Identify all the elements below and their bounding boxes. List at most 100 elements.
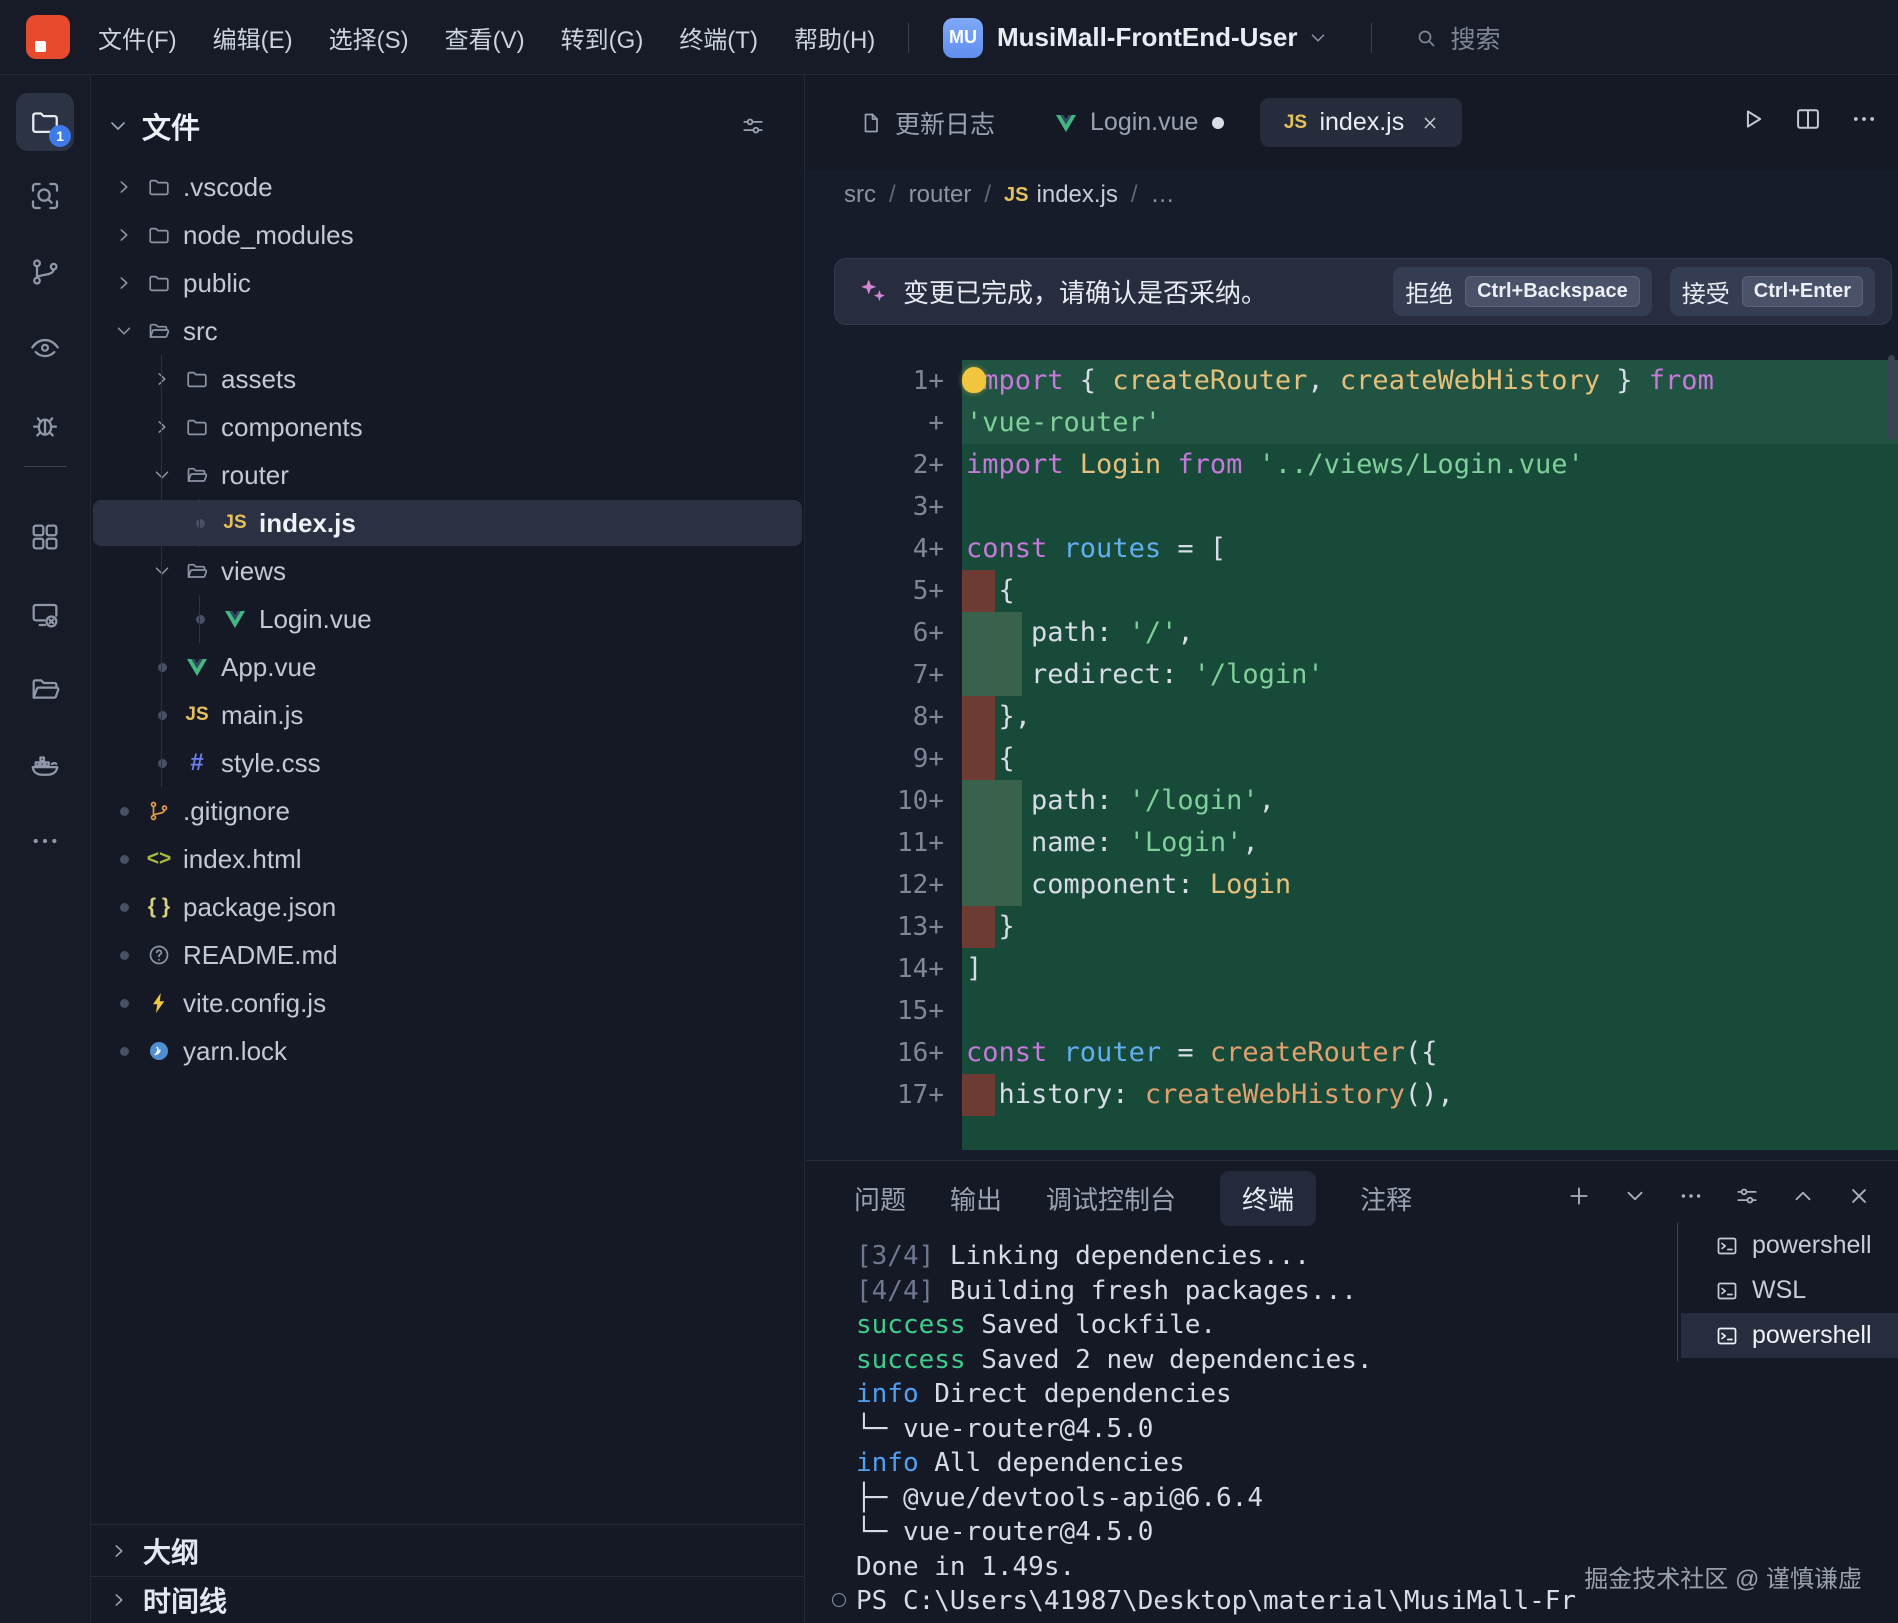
- filter-icon[interactable]: [740, 113, 766, 139]
- breadcrumb-item[interactable]: src: [844, 181, 876, 209]
- tree-item-app-vue[interactable]: App.vue: [91, 643, 804, 691]
- chevron-down-icon[interactable]: [1307, 27, 1329, 49]
- terminal-session-powershell[interactable]: powershell: [1681, 1223, 1898, 1268]
- panel-tab-输出[interactable]: 输出: [950, 1180, 1002, 1217]
- tab-login-vue[interactable]: Login.vue: [1031, 98, 1246, 147]
- tree-item-router[interactable]: router: [91, 451, 804, 499]
- activity-item-extensions[interactable]: [16, 508, 74, 566]
- tree-item-src[interactable]: src: [91, 307, 804, 355]
- app-logo-icon[interactable]: [26, 15, 70, 59]
- tree-item-views[interactable]: views: [91, 547, 804, 595]
- accept-button[interactable]: 接受 Ctrl+Enter: [1669, 267, 1875, 316]
- activity-item-docker[interactable]: [16, 736, 74, 794]
- code-line[interactable]: 1+ import { createRouter, createWebHistor…: [806, 360, 1898, 402]
- chevron-right-icon[interactable]: [147, 364, 177, 394]
- tree-item-yarn-lock[interactable]: yarn.lock: [91, 1027, 804, 1075]
- lightbulb-icon[interactable]: [962, 367, 986, 393]
- tree-item-style-css[interactable]: # style.css: [91, 739, 804, 787]
- chevron-down-icon[interactable]: [109, 316, 139, 346]
- close-icon[interactable]: [1420, 113, 1440, 133]
- tab-index-js[interactable]: JS index.js: [1260, 98, 1463, 147]
- code-line[interactable]: + 'vue-router': [806, 402, 1898, 444]
- activity-item-more-views[interactable]: [16, 812, 74, 870]
- code-line[interactable]: 6+ path: '/',: [806, 612, 1898, 654]
- code-line[interactable]: 8+ },: [806, 696, 1898, 738]
- panel-tab-终端[interactable]: 终端: [1220, 1171, 1317, 1226]
- panel-tab-问题[interactable]: 问题: [854, 1180, 906, 1217]
- tree-item-package-json[interactable]: { } package.json: [91, 883, 804, 931]
- tree-item-assets[interactable]: assets: [91, 355, 804, 403]
- tree-item-readme-md[interactable]: README.md: [91, 931, 804, 979]
- chevron-down-icon[interactable]: [106, 114, 130, 138]
- code-line[interactable]: 17+ history: createWebHistory(),: [806, 1074, 1898, 1116]
- chevron-right-icon[interactable]: [109, 268, 139, 298]
- code-line[interactable]: 5+ {: [806, 570, 1898, 612]
- terminal-output[interactable]: [3/4] Linking dependencies... [4/4] Build…: [832, 1239, 1576, 1623]
- code-line[interactable]: 9+ {: [806, 738, 1898, 780]
- code-line[interactable]: 7+ redirect: '/login': [806, 654, 1898, 696]
- timeline-section[interactable]: 时间线: [91, 1576, 804, 1623]
- tree-item-index-js[interactable]: JS index.js: [91, 499, 804, 547]
- activity-item-source-control[interactable]: [16, 243, 74, 301]
- chevron-right-icon[interactable]: [109, 220, 139, 250]
- tree-item--gitignore[interactable]: .gitignore: [91, 787, 804, 835]
- project-title[interactable]: MusiMall-FrontEnd-User: [997, 22, 1297, 53]
- menu-item[interactable]: 文件(F): [98, 20, 177, 55]
- editor-scrollbar[interactable]: [1888, 355, 1895, 440]
- terminal-session-wsl[interactable]: WSL: [1681, 1268, 1898, 1313]
- tree-item-login-vue[interactable]: Login.vue: [91, 595, 804, 643]
- terminal-session-powershell[interactable]: powershell: [1681, 1313, 1898, 1358]
- code-line[interactable]: 12+ component: Login: [806, 864, 1898, 906]
- activity-item-debug[interactable]: [16, 396, 74, 454]
- tree-item-vite-config-js[interactable]: vite.config.js: [91, 979, 804, 1027]
- activity-item-file-manager[interactable]: [16, 660, 74, 718]
- chevron-up-icon[interactable]: [1790, 1183, 1816, 1209]
- close-icon[interactable]: [1846, 1183, 1872, 1209]
- code-editor[interactable]: 1+ import { createRouter, createWebHistor…: [806, 360, 1898, 1150]
- code-line[interactable]: 14+]: [806, 948, 1898, 990]
- chevron-right-icon[interactable]: [147, 412, 177, 442]
- menu-item[interactable]: 终端(T): [679, 20, 758, 55]
- menu-item[interactable]: 帮助(H): [794, 20, 875, 55]
- chevron-right-icon[interactable]: [109, 172, 139, 202]
- project-avatar[interactable]: MU: [943, 17, 983, 58]
- tab-更新日志[interactable]: 更新日志: [836, 95, 1017, 151]
- tree-item-components[interactable]: components: [91, 403, 804, 451]
- code-line[interactable]: 16+ const router = createRouter({: [806, 1032, 1898, 1074]
- split-editor-button[interactable]: [1794, 105, 1822, 133]
- more-actions-button[interactable]: [1850, 105, 1878, 133]
- tree-item-main-js[interactable]: JS main.js: [91, 691, 804, 739]
- panel-tab-注释[interactable]: 注释: [1360, 1180, 1412, 1217]
- panel-tab-调试控制台[interactable]: 调试控制台: [1046, 1180, 1176, 1217]
- plus-icon[interactable]: [1566, 1183, 1592, 1209]
- run-button[interactable]: [1738, 105, 1766, 133]
- chevron-down-icon[interactable]: [147, 460, 177, 490]
- global-search[interactable]: 搜索: [1372, 20, 1500, 56]
- breadcrumb-item[interactable]: JS index.js: [1004, 181, 1118, 209]
- tree-item-public[interactable]: public: [91, 259, 804, 307]
- code-line[interactable]: 11+ name: 'Login',: [806, 822, 1898, 864]
- tree-item-index-html[interactable]: <> index.html: [91, 835, 804, 883]
- more-icon[interactable]: [1678, 1183, 1704, 1209]
- activity-item-remote-watch[interactable]: [16, 318, 74, 376]
- code-line[interactable]: 4+ const routes = [: [806, 528, 1898, 570]
- menu-item[interactable]: 选择(S): [329, 20, 409, 55]
- reject-button[interactable]: 拒绝 Ctrl+Backspace: [1393, 267, 1652, 316]
- menu-item[interactable]: 编辑(E): [213, 20, 293, 55]
- menu-item[interactable]: 查看(V): [445, 20, 525, 55]
- code-line[interactable]: 13+ }: [806, 906, 1898, 948]
- code-line[interactable]: 10+ path: '/login',: [806, 780, 1898, 822]
- breadcrumb-item[interactable]: …: [1151, 181, 1175, 209]
- breadcrumb-item[interactable]: router: [909, 181, 972, 209]
- chevron-down-icon[interactable]: [147, 556, 177, 586]
- activity-item-remote-preview[interactable]: [16, 586, 74, 644]
- tree-item--vscode[interactable]: .vscode: [91, 163, 804, 211]
- menu-item[interactable]: 转到(G): [561, 20, 644, 55]
- activity-item-search[interactable]: [16, 167, 74, 225]
- code-line[interactable]: 3+: [806, 486, 1898, 528]
- code-line[interactable]: 15+: [806, 990, 1898, 1032]
- chevron-down-icon[interactable]: [1622, 1183, 1648, 1209]
- code-line[interactable]: 2+ import Login from '../views/Login.vue': [806, 444, 1898, 486]
- activity-item-explorer[interactable]: 1: [16, 93, 74, 151]
- tree-item-node-modules[interactable]: node_modules: [91, 211, 804, 259]
